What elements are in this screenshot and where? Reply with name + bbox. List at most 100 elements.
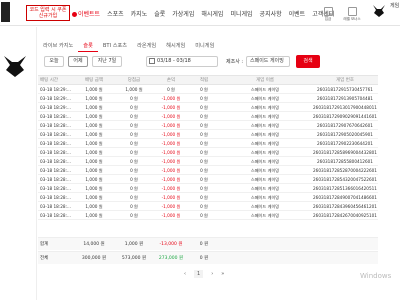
cell-bet: 1,000 원 [85,123,103,128]
total-acc: 0 원 [199,256,209,261]
demon-avatar-icon [373,5,385,17]
nav-item-notice[interactable]: 공지사항 [260,9,282,18]
cell-id: 260318172842670040925101 [313,213,377,218]
cell-win: 0 원 [130,204,138,209]
site-logo[interactable] [1,2,10,22]
cell-pl: -1,000 원 [161,195,181,200]
tab-slot[interactable]: 슬롯 [78,40,98,52]
cell-id: 260318172851366016420511 [313,186,377,191]
cell-time: 03-18 18:29:... [40,96,71,101]
cell-time: 03-18 18:28:... [40,186,71,191]
promo-banner[interactable]: 코드 입력 시 쿠폰 신규가입 [26,5,70,21]
tab-live-casino[interactable]: 라이브 카지노 [38,40,78,52]
filter-today-button[interactable]: 오늘 [44,56,64,67]
user-name: 게임 [390,3,400,9]
cell-game: 스페이드 게이밍 [250,150,280,155]
bonus-icon [347,6,357,16]
cell-bet: 1,000 원 [85,141,103,146]
cell-bet: 1,000 원 [85,168,103,173]
bet-history-table: 배팅 시간 배팅 금액 당첨금 손익 적립 게임 이름 게임 번호 03-18 … [38,75,378,220]
cell-game: 스페이드 게이밍 [250,213,280,218]
top-bar: 코드 입력 시 쿠폰 신규가입 이벤트트 스포츠 카지노 슬롯 가상게임 해시게… [0,0,400,26]
cell-acc: 0 원 [200,132,208,137]
nav-item-hash[interactable]: 해시게임 [201,9,223,18]
filter-yesterday-button[interactable]: 어제 [68,56,88,67]
cell-pl: -1,000 원 [161,96,181,101]
tab-bti-sports[interactable]: BTI 스포츠 [98,40,132,52]
provider-select[interactable]: 스페이드 게이밍 [246,56,290,67]
app-root: 코드 입력 시 쿠폰 신규가입 이벤트트 스포츠 카지노 슬롯 가상게임 해시게… [0,0,400,300]
nav-item-sports[interactable]: 스포츠 [107,9,124,18]
cell-id: 260318172852870004222601 [313,168,377,173]
cell-win: 0 원 [130,213,138,218]
tab-raon-game[interactable]: 라온게임 [132,40,161,52]
last-page-button[interactable]: » [221,271,224,277]
nav-item-mini[interactable]: 미니게임 [230,9,252,18]
search-button[interactable]: 검색 [296,55,320,68]
date-range-field[interactable]: 03/18 - 03/18 [146,56,218,67]
cell-acc: 0 원 [200,96,208,101]
cell-win: 0 원 [130,186,138,191]
cell-game: 스페이드 게이밍 [250,87,280,92]
profile-avatar-icon [4,56,26,77]
table-row: 03-18 18:28:... 1,000 원 0 원 -1,000 원 0 원 스페이드… [38,112,378,121]
nav-item-slot[interactable]: 슬롯 [154,9,165,18]
calendar-icon [149,58,155,64]
cell-acc: 0 원 [200,177,208,182]
total-label: 전체 [40,256,49,261]
deposit-button[interactable]: 입금 [316,3,340,25]
nav-item-casino[interactable]: 카지노 [131,9,148,18]
table-row: 03-18 18:28:... 1,000 원 0 원 -1,000 원 0 원 스페이드… [38,202,378,211]
cell-time: 03-18 18:29:... [40,105,71,110]
subtotal-label: 합계 [40,242,49,247]
tab-mini-game[interactable]: 미니게임 [190,40,219,52]
cell-pl: 0 원 [167,87,175,92]
cell-acc: 0 원 [200,123,208,128]
nav-item-event-live[interactable]: 이벤트트 [72,9,100,18]
cell-bet: 1,000 원 [85,195,103,200]
nav-item-event[interactable]: 이벤트 [289,9,306,18]
next-page-button[interactable]: › [211,271,213,277]
cell-win: 0 원 [130,114,138,119]
prev-page-button[interactable]: ‹ [184,271,186,277]
cell-time: 03-18 18:28:... [40,213,71,218]
deposit-icon [323,6,333,16]
cell-acc: 0 원 [200,150,208,155]
table-row: 03-18 18:28:... 1,000 원 0 원 -1,000 원 0 원 스페이드… [38,157,378,166]
subtotal-win: 1,000 원 [124,242,144,247]
user-avatar[interactable] [372,3,386,17]
cell-win: 0 원 [130,168,138,173]
cell-pl: -1,000 원 [161,123,181,128]
nav-item-virtual[interactable]: 가상게임 [172,9,194,18]
cell-win: 0 원 [130,159,138,164]
cell-bet: 1,000 원 [85,159,103,164]
table-body: 03-18 18:29:... 1,000 원 1,000 원0 원0 원 스페이드 … [38,85,378,220]
current-page[interactable]: 1 [194,270,204,278]
cell-pl: -1,000 원 [161,186,181,191]
table-row: 03-18 18:29:... 1,000 원 1,000 원 0 원 0 원 스페이드 … [38,85,378,94]
bonus-button[interactable]: 레벨 보너스 [340,3,364,25]
table-row: 03-18 18:28:... 1,000 원 0 원 -1,000 원 0 원 스페이드… [38,184,378,193]
cell-id: 260318172907670642601 [317,123,373,128]
cell-acc: 0 원 [200,114,208,119]
cell-acc: 0 원 [200,87,208,92]
cell-game: 스페이드 게이밍 [250,168,280,173]
tab-hash-game[interactable]: 해시게임 [161,40,190,52]
cell-acc: 0 원 [200,204,208,209]
col-win: 당첨금 [127,78,141,83]
cell-id: 260318172915730457761 [317,87,373,92]
header-icons: 입금 레벨 보너스 [316,3,364,25]
deposit-label: 입금 [324,16,332,21]
cell-bet: 1,000 원 [85,132,103,137]
cell-time: 03-18 18:28:... [40,177,71,182]
table-row: 03-18 18:28:... 1,000 원 0 원 -1,000 원 0 원 스페이드… [38,148,378,157]
cell-pl: -1,000 원 [161,150,181,155]
cell-id: 260318172902230644201 [317,141,373,146]
cell-bet: 1,000 원 [85,213,103,218]
cell-acc: 0 원 [200,159,208,164]
filter-bar: 오늘 어제 지난 7일 03/18 - 03/18 제조사 : 스페이드 게이밍… [38,55,378,69]
cell-id: 260318172909029091441601 [313,114,377,119]
filter-last7-button[interactable]: 지난 7일 [92,56,122,67]
cell-time: 03-18 18:28:... [40,195,71,200]
cell-acc: 0 원 [200,168,208,173]
